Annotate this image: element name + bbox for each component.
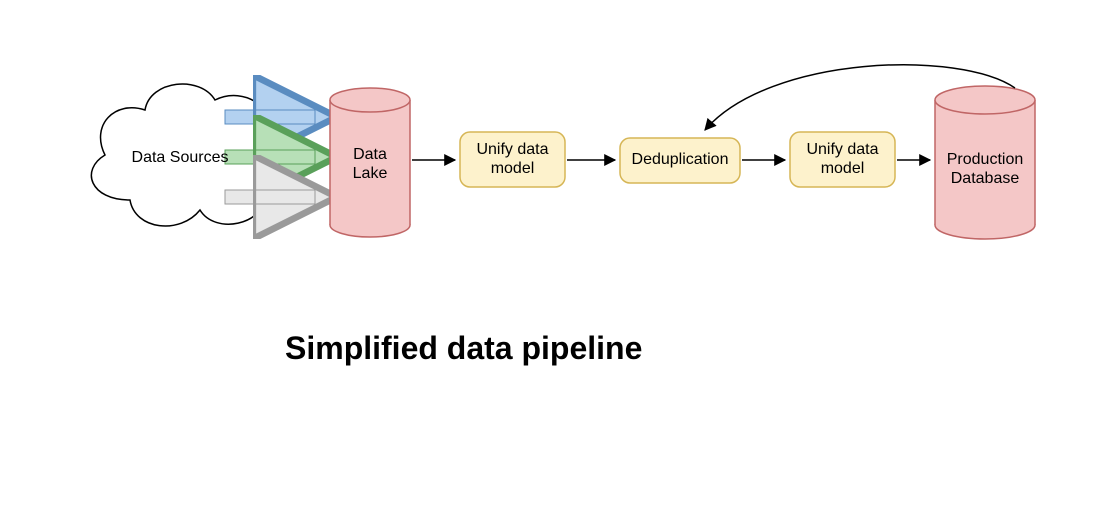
data-lake-cylinder bbox=[330, 88, 410, 237]
ingest-arrows bbox=[225, 110, 320, 204]
unify-data-model-box-1 bbox=[460, 132, 565, 187]
diagram-canvas: Data Sources Data Lake Unify data model … bbox=[0, 0, 1109, 523]
diagram-svg bbox=[0, 0, 1109, 523]
production-database-cylinder bbox=[935, 86, 1035, 239]
deduplication-box bbox=[620, 138, 740, 183]
unify-data-model-box-2 bbox=[790, 132, 895, 187]
